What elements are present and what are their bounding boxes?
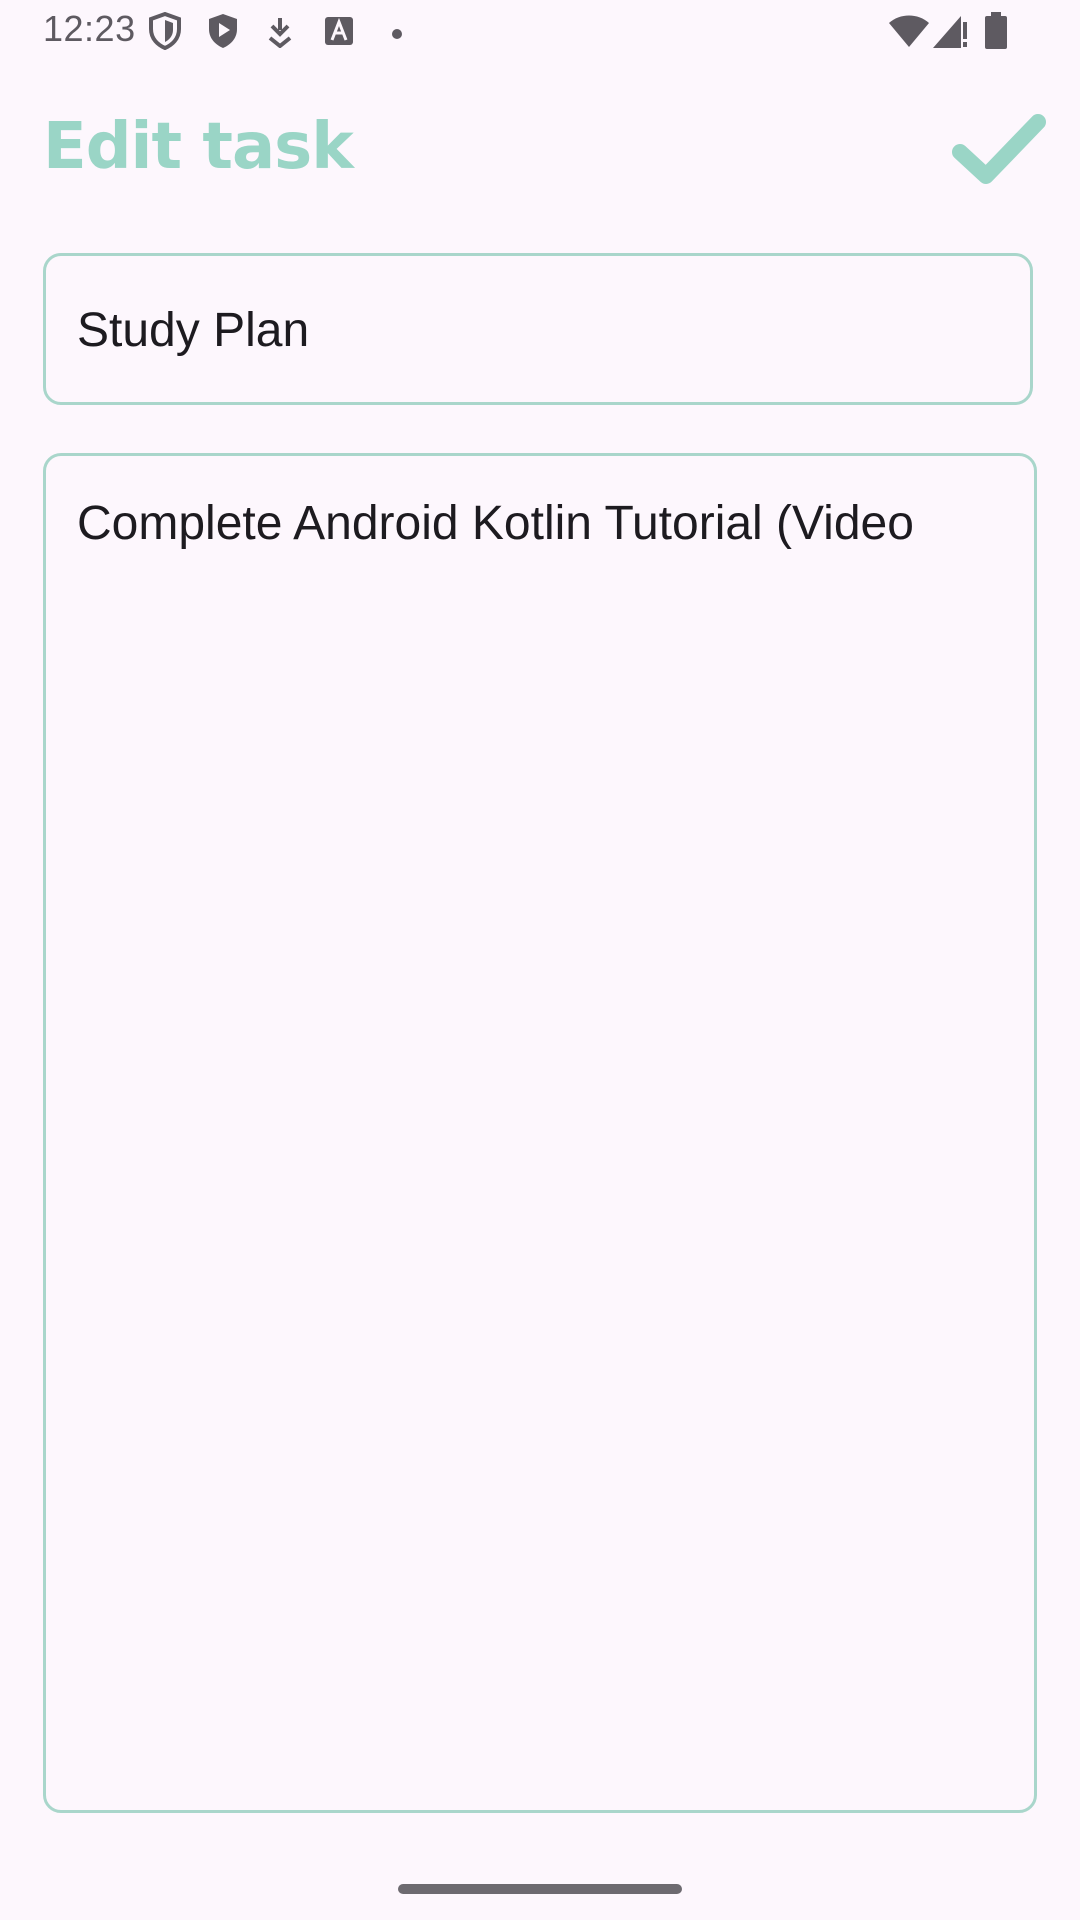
page-title: Edit task [43,110,354,184]
status-bar: 12:23 [0,0,1080,62]
shield-play-icon [206,12,240,54]
signal-icon [932,14,968,54]
gesture-navigation-bar[interactable] [398,1884,682,1894]
task-description-value: Complete Android Kotlin Tutorial (Video [77,497,914,550]
task-title-input[interactable]: Study Plan [43,253,1033,405]
edit-task-screen: 12:23 Edit task Study Plan Complete Andr… [0,0,1080,1920]
shield-outline-icon [148,11,182,54]
download-icon [266,16,294,52]
task-description-input[interactable]: Complete Android Kotlin Tutorial (Video [43,453,1037,1813]
battery-icon [984,12,1008,54]
status-time: 12:23 [43,8,136,49]
task-title-value: Study Plan [77,304,310,357]
dot-icon [391,25,403,44]
font-a-icon [324,16,354,50]
save-button[interactable] [952,108,1046,188]
wifi-icon [888,14,930,52]
checkmark-icon [952,114,1046,184]
